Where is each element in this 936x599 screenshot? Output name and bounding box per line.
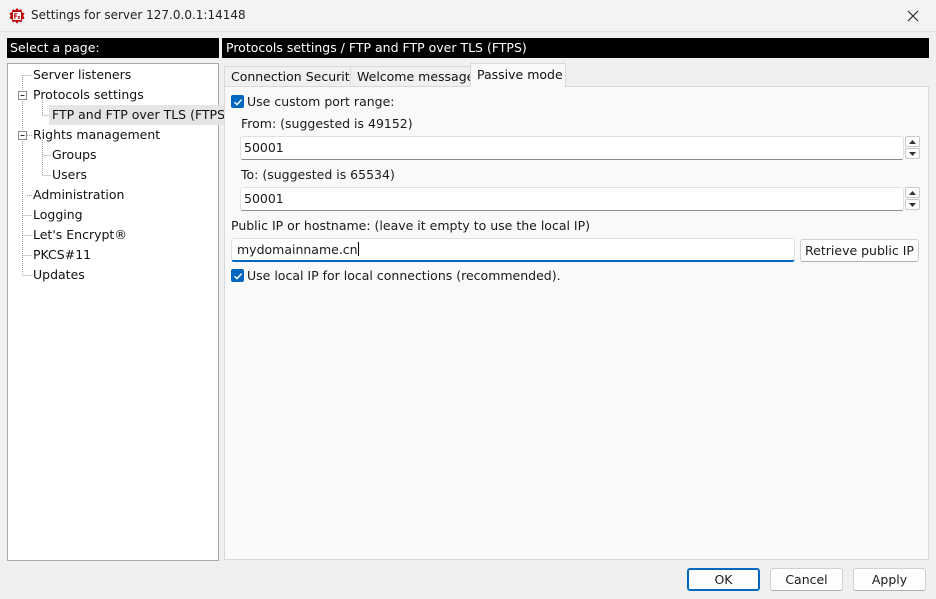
tree-item-protocols-settings[interactable]: Protocols settings	[33, 85, 144, 105]
tree-item-updates[interactable]: Updates	[33, 265, 85, 285]
spin-down-button[interactable]	[905, 148, 920, 159]
use-local-ip-checkbox[interactable]	[231, 269, 244, 282]
to-port-spinner[interactable]	[905, 187, 920, 211]
checkmark-icon	[233, 272, 242, 280]
arrow-up-icon	[909, 139, 916, 144]
use-custom-range-label: Use custom port range:	[247, 94, 395, 109]
tree-item-server-listeners[interactable]: Server listeners	[33, 65, 131, 85]
page-title: Protocols settings / FTP and FTP over TL…	[222, 38, 929, 58]
checkmark-icon	[233, 98, 242, 106]
cancel-button[interactable]: Cancel	[770, 568, 843, 591]
tree-item-pkcs11[interactable]: PKCS#11	[33, 245, 91, 265]
title-bar: Settings for server 127.0.0.1:14148	[0, 0, 936, 32]
public-ip-value: mydomainname.cn	[237, 242, 358, 257]
from-port-label: From: (suggested is 49152)	[241, 116, 413, 131]
collapse-icon[interactable]	[18, 131, 27, 140]
collapse-icon[interactable]	[18, 91, 27, 100]
spin-up-button[interactable]	[905, 136, 920, 147]
to-port-input[interactable]: 50001	[240, 187, 904, 211]
to-port-label: To: (suggested is 65534)	[241, 167, 395, 182]
arrow-down-icon	[909, 202, 916, 207]
text-caret	[357, 242, 359, 256]
tree-item-groups[interactable]: Groups	[52, 145, 97, 165]
use-custom-range-checkbox[interactable]	[231, 95, 244, 108]
tree-item-ftp-ftps[interactable]: FTP and FTP over TLS (FTPS)	[49, 105, 233, 125]
tab-welcome-message[interactable]: Welcome message	[350, 66, 474, 87]
tree-item-lets-encrypt[interactable]: Let's Encrypt®	[33, 225, 127, 245]
tab-connection-security[interactable]: Connection Security	[224, 66, 357, 87]
public-ip-label: Public IP or hostname: (leave it empty t…	[231, 218, 591, 233]
filezilla-app-icon	[9, 8, 25, 24]
spin-up-button[interactable]	[905, 187, 920, 198]
close-icon	[907, 10, 919, 22]
select-page-header: Select a page:	[7, 38, 219, 58]
tree-item-rights-management[interactable]: Rights management	[33, 125, 160, 145]
arrow-down-icon	[909, 151, 916, 156]
window-title: Settings for server 127.0.0.1:14148	[31, 8, 246, 22]
page-tree[interactable]: Server listeners Protocols settings FTP …	[7, 63, 233, 561]
tree-item-users[interactable]: Users	[52, 165, 87, 185]
close-button[interactable]	[890, 0, 936, 32]
public-ip-input[interactable]: mydomainname.cn	[231, 238, 795, 262]
spin-down-button[interactable]	[905, 199, 920, 210]
ok-button[interactable]: OK	[687, 568, 760, 591]
use-local-ip-label: Use local IP for local connections (reco…	[247, 268, 561, 283]
tree-item-administration[interactable]: Administration	[33, 185, 124, 205]
from-port-input[interactable]: 50001	[240, 136, 904, 160]
arrow-up-icon	[909, 190, 916, 195]
from-port-spinner[interactable]	[905, 136, 920, 160]
retrieve-public-ip-button[interactable]: Retrieve public IP	[800, 239, 919, 262]
tree-item-logging[interactable]: Logging	[33, 205, 83, 225]
tab-passive-mode[interactable]: Passive mode	[470, 63, 566, 87]
apply-button[interactable]: Apply	[853, 568, 926, 591]
